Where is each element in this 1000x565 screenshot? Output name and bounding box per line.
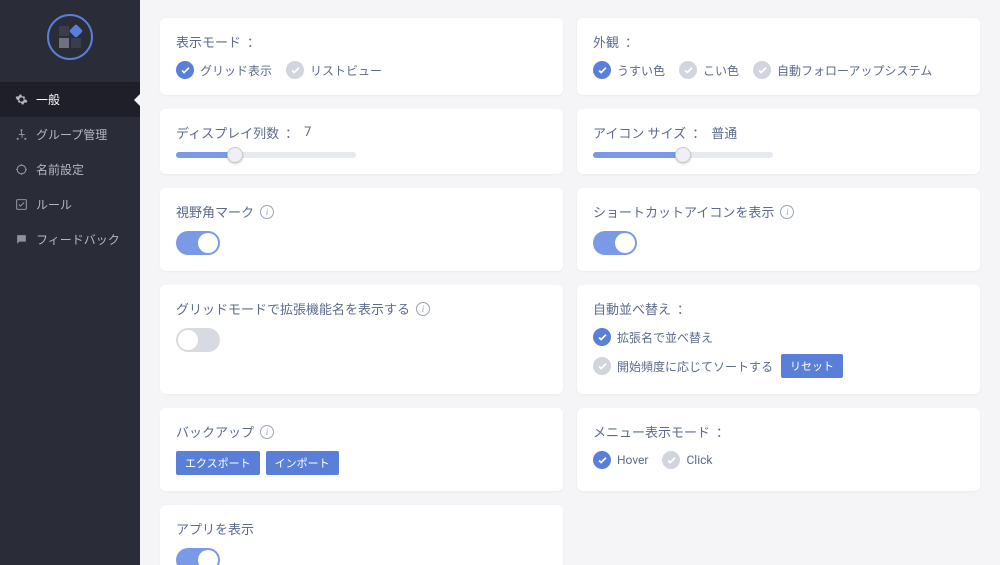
toggle-fov-mark[interactable] <box>176 231 220 255</box>
sidebar-item-name-settings[interactable]: 名前設定 <box>0 152 140 187</box>
logo-grid-icon <box>59 26 81 48</box>
check-icon <box>593 61 611 79</box>
check-icon <box>176 61 194 79</box>
card-fov-mark: 視野角マーク i <box>160 188 563 271</box>
sidebar: 一般 グループ管理 名前設定 ルール フィードバック <box>0 0 140 565</box>
check-icon <box>286 61 304 79</box>
card-title: アイコン サイズ： 普通 <box>593 123 964 142</box>
info-icon[interactable]: i <box>260 205 274 219</box>
info-icon[interactable]: i <box>416 302 430 316</box>
check-icon <box>753 61 771 79</box>
check-icon <box>662 451 680 469</box>
reset-button[interactable]: リセット <box>781 354 843 378</box>
checkbox-icon <box>14 198 28 212</box>
toggle-ext-name-grid[interactable] <box>176 328 220 352</box>
card-icon-size: アイコン サイズ： 普通 <box>577 109 980 174</box>
app-logo <box>47 14 93 60</box>
chat-icon <box>14 233 28 247</box>
card-shortcut-icon: ショートカットアイコンを表示 i <box>577 188 980 271</box>
info-icon[interactable]: i <box>780 205 794 219</box>
sidebar-item-rules[interactable]: ルール <box>0 187 140 222</box>
slider-thumb[interactable] <box>227 147 243 163</box>
sidebar-item-label: フィードバック <box>36 231 120 248</box>
import-button[interactable]: インポート <box>266 451 339 475</box>
app-root: 一般 グループ管理 名前設定 ルール フィードバック <box>0 0 1000 565</box>
option-sort-by-name[interactable]: 拡張名で並べ替え <box>593 328 713 346</box>
card-title: バックアップ i <box>176 422 547 441</box>
slider-thumb[interactable] <box>675 147 691 163</box>
check-icon <box>679 61 697 79</box>
check-icon <box>593 451 611 469</box>
option-light-color[interactable]: うすい色 <box>593 61 665 79</box>
toggle-show-apps[interactable] <box>176 548 220 565</box>
sidebar-item-label: 名前設定 <box>36 161 84 178</box>
sidebar-item-feedback[interactable]: フィードバック <box>0 222 140 257</box>
sidebar-item-general[interactable]: 一般 <box>0 82 140 117</box>
slider-fill <box>593 152 683 158</box>
option-click[interactable]: Click <box>662 451 712 469</box>
info-icon[interactable]: i <box>260 425 274 439</box>
columns-slider[interactable] <box>176 152 356 158</box>
option-grid-view[interactable]: グリッド表示 <box>176 61 272 79</box>
sidebar-item-label: グループ管理 <box>36 126 107 143</box>
check-icon <box>593 357 611 375</box>
card-title: 自動並べ替え <box>593 299 964 318</box>
option-sort-by-frequency[interactable]: 開始頻度に応じてソートする <box>593 357 773 375</box>
icon-size-slider[interactable] <box>593 152 773 158</box>
card-title: ショートカットアイコンを表示 i <box>593 202 964 221</box>
columns-value: 7 <box>304 125 311 140</box>
option-list-view[interactable]: リストビュー <box>286 61 382 79</box>
card-title: グリッドモードで拡張機能名を表示する i <box>176 299 547 318</box>
card-title: 外観 <box>593 32 964 51</box>
export-button[interactable]: エクスポート <box>176 451 260 475</box>
card-display-mode: 表示モード グリッド表示 リストビュー <box>160 18 563 95</box>
card-ext-name-grid: グリッドモードで拡張機能名を表示する i <box>160 285 563 394</box>
option-dark-color[interactable]: こい色 <box>679 61 739 79</box>
card-title: 表示モード <box>176 32 547 51</box>
card-title: アプリを表示 <box>176 519 547 538</box>
option-hover[interactable]: Hover <box>593 451 648 469</box>
settings-grid: 表示モード グリッド表示 リストビュー 外観 うすい <box>140 0 1000 565</box>
card-title: ディスプレイ列数： 7 <box>176 123 547 142</box>
card-menu-mode: メニュー表示モード Hover Click <box>577 408 980 491</box>
option-auto-follow-system[interactable]: 自動フォローアップシステム <box>753 61 932 79</box>
hierarchy-icon <box>14 128 28 142</box>
card-auto-sort: 自動並べ替え 拡張名で並べ替え 開始頻度に応じてソートする リセット <box>577 285 980 394</box>
gear-icon <box>14 93 28 107</box>
icon-size-value: 普通 <box>711 123 737 142</box>
card-show-apps: アプリを表示 <box>160 505 563 565</box>
card-title: メニュー表示モード <box>593 422 964 441</box>
card-title: 視野角マーク i <box>176 202 547 221</box>
card-backup: バックアップ i エクスポート インポート <box>160 408 563 491</box>
check-icon <box>593 328 611 346</box>
card-display-columns: ディスプレイ列数： 7 <box>160 109 563 174</box>
target-icon <box>14 163 28 177</box>
sidebar-item-label: ルール <box>36 196 72 213</box>
sidebar-item-label: 一般 <box>36 91 60 108</box>
card-appearance: 外観 うすい色 こい色 自動フォローアップシステム <box>577 18 980 95</box>
toggle-shortcut-icon[interactable] <box>593 231 637 255</box>
sidebar-item-groups[interactable]: グループ管理 <box>0 117 140 152</box>
